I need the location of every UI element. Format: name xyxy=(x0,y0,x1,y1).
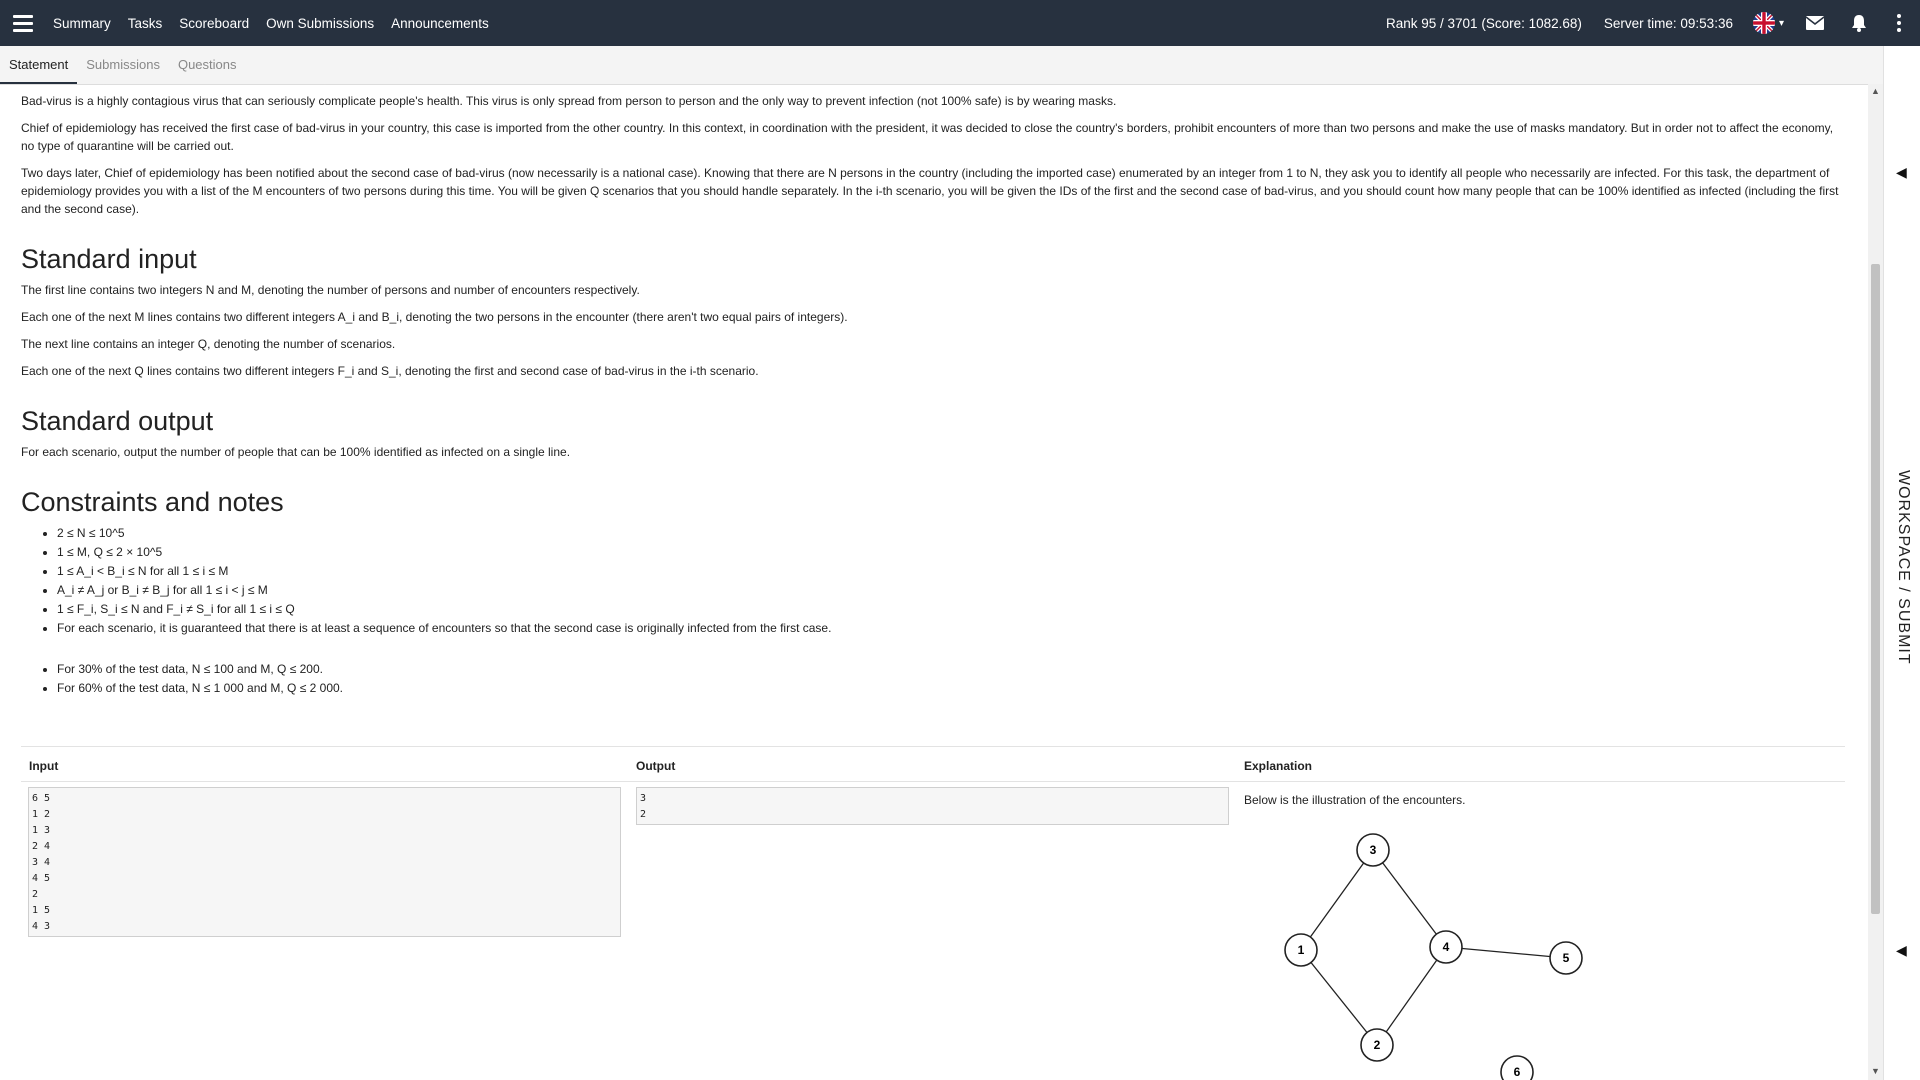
server-time: Server time: 09:53:36 xyxy=(1603,15,1733,31)
input-line-1: The first line contains two integers N a… xyxy=(21,283,640,297)
input-line-3: The next line contains an integer Q, den… xyxy=(21,337,396,351)
statement-paragraph-3: Two days later, Chief of epidemiology ha… xyxy=(21,166,1839,216)
tab-statement[interactable]: Statement xyxy=(0,46,78,84)
top-navbar: Summary Tasks Scoreboard Own Submissions… xyxy=(0,0,1920,46)
tab-submissions[interactable]: Submissions xyxy=(77,46,169,84)
edge-2-4 xyxy=(1376,946,1447,1046)
task-tabs: Statement Submissions Questions xyxy=(0,46,1883,85)
section-title-constraints: Constraints and notes xyxy=(21,487,284,517)
example-output[interactable]: 3 2 xyxy=(636,787,1229,825)
graph-node-5: 5 xyxy=(1549,941,1583,975)
uk-flag-icon[interactable] xyxy=(1752,12,1775,34)
graph-node-2: 2 xyxy=(1360,1028,1394,1062)
svg-text:3: 3 xyxy=(1370,843,1377,857)
explanation-text: Below is the illustration of the encount… xyxy=(1244,793,1466,807)
svg-text:1: 1 xyxy=(1298,943,1305,957)
input-line-4: Each one of the next Q lines contains tw… xyxy=(21,364,759,378)
constraint-item: 2 ≤ N ≤ 10^5 xyxy=(57,524,1847,543)
rank-display: Rank 95 / 3701 (Score: 1082.68) xyxy=(1386,15,1582,31)
section-title-output: Standard output xyxy=(21,406,214,436)
table-divider xyxy=(21,781,1845,782)
svg-text:4: 4 xyxy=(1443,940,1450,954)
subtasks-list: For 30% of the test data, N ≤ 100 and M,… xyxy=(21,660,1847,698)
encounter-graph: 3 1 4 5 2 6 xyxy=(1284,833,1583,1080)
statement-paragraph-1: Bad-virus is a highly contagious virus t… xyxy=(21,94,1117,108)
example-input[interactable]: 6 5 1 2 1 3 2 4 3 4 4 5 2 1 5 4 3 xyxy=(28,787,621,937)
graph-node-3: 3 xyxy=(1356,833,1390,867)
constraint-item: For each scenario, it is guaranteed that… xyxy=(57,619,1847,638)
svg-text:5: 5 xyxy=(1563,951,1570,965)
constraints-list: 2 ≤ N ≤ 10^5 1 ≤ M, Q ≤ 2 × 10^5 1 ≤ A_i… xyxy=(21,524,1847,638)
svg-text:2: 2 xyxy=(1374,1038,1381,1052)
graph-node-6: 6 xyxy=(1500,1055,1534,1080)
input-header: Input xyxy=(29,759,59,773)
svg-text:6: 6 xyxy=(1514,1065,1521,1079)
example-table: Input Output Explanation 6 5 1 2 1 3 2 4… xyxy=(21,746,1845,1080)
bell-icon[interactable] xyxy=(1848,12,1870,34)
scrollbar-thumb[interactable] xyxy=(1871,264,1880,914)
nav-summary[interactable]: Summary xyxy=(53,16,111,31)
output-header: Output xyxy=(636,759,676,773)
constraint-item: 1 ≤ M, Q ≤ 2 × 10^5 xyxy=(57,543,1847,562)
statement-paragraph-2: Chief of epidemiology has received the f… xyxy=(21,121,1834,153)
edge-3-4 xyxy=(1372,849,1447,948)
content-scrollbar[interactable]: ▲ ▼ xyxy=(1868,84,1883,1080)
constraint-item: 1 ≤ F_i, S_i ≤ N and F_i ≠ S_i for all 1… xyxy=(57,600,1847,619)
edge-1-3 xyxy=(1300,849,1374,951)
more-options-icon[interactable] xyxy=(1892,14,1906,32)
constraint-item: 1 ≤ A_i < B_i ≤ N for all 1 ≤ i ≤ M xyxy=(57,562,1847,581)
scroll-down-arrow-icon[interactable]: ▼ xyxy=(1871,1066,1880,1076)
nav-scoreboard[interactable]: Scoreboard xyxy=(179,16,249,31)
nav-announcements[interactable]: Announcements xyxy=(391,16,489,31)
graph-node-1: 1 xyxy=(1284,933,1318,967)
edge-4-5 xyxy=(1445,946,1567,959)
constraint-item: A_i ≠ A_j or B_i ≠ B_j for all 1 ≤ i < j… xyxy=(57,581,1847,600)
tab-questions[interactable]: Questions xyxy=(169,46,246,84)
envelope-icon[interactable] xyxy=(1804,12,1826,34)
graph-node-4: 4 xyxy=(1429,930,1463,964)
caret-left-icon[interactable]: ◀ xyxy=(1896,164,1907,181)
menu-icon[interactable] xyxy=(13,14,33,32)
chevron-down-icon[interactable]: ▾ xyxy=(1779,18,1784,29)
output-text: For each scenario, output the number of … xyxy=(21,445,571,459)
edge-1-2 xyxy=(1300,949,1378,1046)
input-line-2: Each one of the next M lines contains tw… xyxy=(21,310,848,324)
subtask-item: For 60% of the test data, N ≤ 1 000 and … xyxy=(57,679,1847,698)
section-title-input: Standard input xyxy=(21,244,197,274)
caret-left-icon[interactable]: ◀ xyxy=(1896,942,1907,959)
nav-tasks[interactable]: Tasks xyxy=(128,16,163,31)
statement-content: Bad-virus is a highly contagious virus t… xyxy=(21,84,1847,1080)
nav-own-submissions[interactable]: Own Submissions xyxy=(266,16,374,31)
explanation-header: Explanation xyxy=(1244,759,1313,773)
subtask-item: For 30% of the test data, N ≤ 100 and M,… xyxy=(57,660,1847,679)
workspace-submit-toggle[interactable]: WORKSPACE / SUBMIT xyxy=(1894,470,1912,665)
scroll-up-arrow-icon[interactable]: ▲ xyxy=(1871,86,1880,96)
